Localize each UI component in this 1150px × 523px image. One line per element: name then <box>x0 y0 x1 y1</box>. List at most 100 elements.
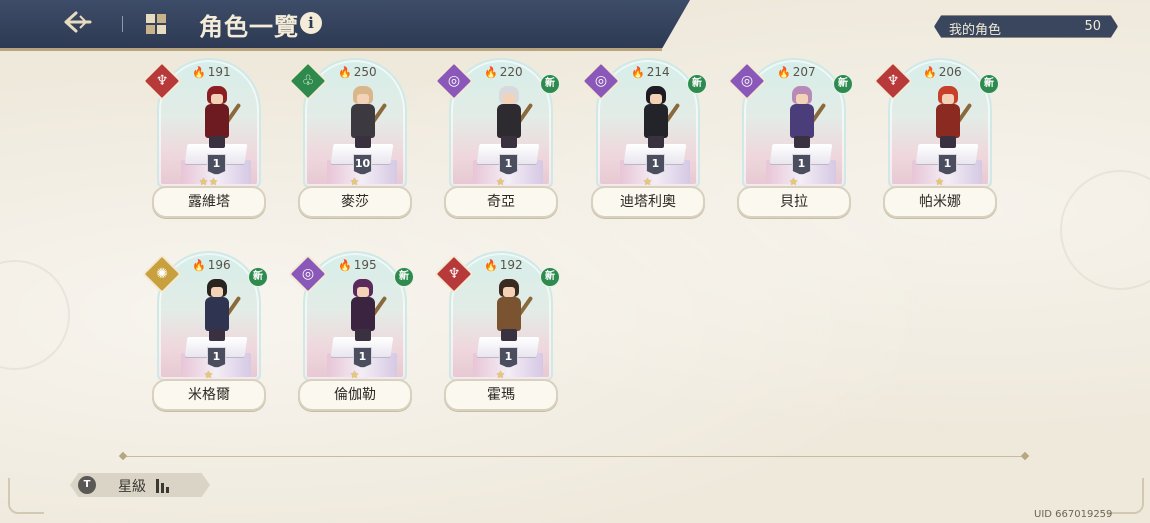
character-card[interactable]: 1 ◎ 🔥 207 新 ★ 貝拉 <box>727 58 853 218</box>
new-badge: 新 <box>540 267 560 287</box>
flame-icon: 🔥 <box>484 259 498 272</box>
character-card[interactable]: 1 ✺ 🔥 196 新 ★ 米格爾 <box>142 251 268 411</box>
back-arrow-icon <box>64 11 92 33</box>
character-name: 迪塔利奧 <box>591 186 705 218</box>
character-name: 奇亞 <box>444 186 558 218</box>
corner-ornament <box>1108 478 1144 514</box>
filter-icon: T <box>78 476 96 494</box>
grid-icon[interactable] <box>145 13 167 35</box>
pedestal-top <box>623 144 687 164</box>
sprite-legs <box>501 136 517 148</box>
sprite-hair <box>499 86 519 104</box>
flame-icon: 🔥 <box>192 259 206 272</box>
power-value: 🔥 195 <box>338 258 377 272</box>
flame-icon: 🔥 <box>338 66 352 79</box>
new-badge: 新 <box>979 74 999 94</box>
power-value: 🔥 207 <box>777 65 816 79</box>
background-ornament <box>1060 170 1150 290</box>
sprite-face <box>650 94 662 104</box>
character-sprite <box>634 82 681 152</box>
page-title: 角色一覽 <box>199 12 299 41</box>
level-badge: 1 <box>499 347 518 368</box>
back-arrow-icon[interactable] <box>60 8 96 40</box>
sprite-body <box>351 104 375 138</box>
character-card[interactable]: 1 ♆ 🔥 191 ★★ 露維塔 <box>142 58 266 218</box>
pedestal-top <box>330 337 394 357</box>
element-glyph: ♆ <box>155 73 169 89</box>
sprite-hair <box>353 86 373 104</box>
power-number: 220 <box>499 65 523 79</box>
level-badge: 1 <box>353 347 372 368</box>
pedestal-top <box>476 337 540 357</box>
element-glyph: ♆ <box>447 266 461 282</box>
character-sprite <box>926 82 973 152</box>
weapon <box>504 295 534 335</box>
sprite-body <box>205 297 229 331</box>
level-badge: 10 <box>353 154 372 175</box>
character-sprite <box>780 82 827 152</box>
star-sort-label: 星級 <box>118 479 146 495</box>
character-sprite <box>341 82 388 152</box>
pedestal-top <box>330 144 394 164</box>
sprite-legs <box>794 136 810 148</box>
power-number: 206 <box>938 65 962 79</box>
sprite-legs <box>648 136 664 148</box>
power-value: 🔥 214 <box>631 65 670 79</box>
character-card[interactable]: 1 ◎ 🔥 220 新 ★ 奇亞 <box>434 58 560 218</box>
weapon <box>358 102 388 142</box>
flame-icon: 🔥 <box>484 66 498 79</box>
power-value: 🔥 220 <box>484 65 523 79</box>
power-number: 207 <box>792 65 816 79</box>
flame-icon: 🔥 <box>338 259 352 272</box>
sprite-legs <box>209 329 225 341</box>
flame-icon: 🔥 <box>923 66 937 79</box>
character-name: 米格爾 <box>152 379 266 411</box>
element-glyph: ✺ <box>156 266 168 282</box>
sprite-hair <box>938 86 958 104</box>
element-glyph: ♧ <box>301 73 315 89</box>
owned-count-value: 50 <box>1084 19 1101 34</box>
character-name: 倫伽勒 <box>298 379 412 411</box>
sprite-face <box>211 94 223 104</box>
sprite-face <box>357 94 369 104</box>
power-number: 195 <box>353 258 377 272</box>
weapon <box>212 295 242 335</box>
sprite-hair <box>207 279 227 297</box>
new-badge: 新 <box>687 74 707 94</box>
pedestal-top <box>769 144 833 164</box>
pedestal-top <box>476 144 540 164</box>
sprite-hair <box>499 279 519 297</box>
power-number: 214 <box>646 65 670 79</box>
character-name: 麥莎 <box>298 186 412 218</box>
character-sprite <box>341 275 388 345</box>
character-name: 露維塔 <box>152 186 266 218</box>
character-card[interactable]: 1 ♆ 🔥 192 新 ★ 霍瑪 <box>434 251 560 411</box>
sprite-body <box>644 104 668 138</box>
pedestal-top <box>915 144 979 164</box>
sprite-body <box>497 297 521 331</box>
new-badge: 新 <box>394 267 414 287</box>
character-card[interactable]: 10 ♧ 🔥 250 ★ 麥莎 <box>288 58 412 218</box>
element-glyph: ◎ <box>594 73 608 89</box>
character-card[interactable]: 1 ♆ 🔥 206 新 ★ 帕米娜 <box>873 58 999 218</box>
power-number: 192 <box>499 258 523 272</box>
character-card[interactable]: 1 ◎ 🔥 195 新 ★ 倫伽勒 <box>288 251 414 411</box>
sprite-hair <box>207 86 227 104</box>
power-number: 250 <box>353 65 377 79</box>
star-sort-button[interactable]: T 星級 <box>70 473 210 497</box>
info-icon[interactable]: i <box>300 12 322 34</box>
character-card[interactable]: 1 ◎ 🔥 214 新 ★ 迪塔利奧 <box>581 58 707 218</box>
sprite-legs <box>209 136 225 148</box>
weapon <box>358 295 388 335</box>
weapon <box>943 102 973 142</box>
user-id: UID 667019259 <box>1034 509 1113 520</box>
header-divider <box>122 16 123 32</box>
power-value: 🔥 250 <box>338 65 377 79</box>
level-badge: 1 <box>792 154 811 175</box>
sprite-body <box>497 104 521 138</box>
character-name: 帕米娜 <box>883 186 997 218</box>
flame-icon: 🔥 <box>192 66 206 79</box>
pedestal-top <box>184 337 248 357</box>
level-badge: 1 <box>499 154 518 175</box>
bottom-divider <box>124 456 1024 457</box>
